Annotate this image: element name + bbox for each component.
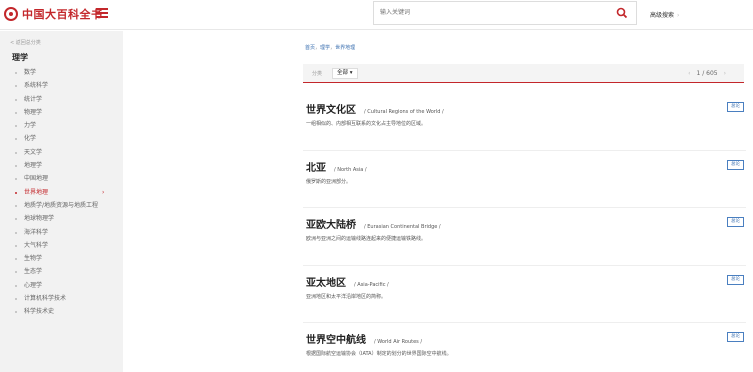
logo-text: 中国大百科全书 — [22, 8, 103, 21]
menu-icon[interactable] — [96, 8, 108, 18]
filter-label: 分类 — [312, 71, 323, 77]
entry-tag[interactable]: 总论 — [727, 274, 744, 285]
entry-title[interactable]: 世界文化区 — [306, 101, 356, 116]
search-box — [373, 1, 637, 25]
chevron-down-icon: ▾ — [349, 70, 353, 76]
advanced-search-label: 高级搜索 — [650, 12, 675, 19]
entry-title[interactable]: 亚欧大陆桥 — [306, 216, 356, 231]
logo-emblem-icon — [4, 7, 18, 21]
entry-english-name: / Eurasian Continental Bridge / — [364, 224, 441, 230]
breadcrumb: 首页，理学，世界地理 — [305, 45, 356, 51]
sidebar-item-ecology[interactable]: 生态学 — [0, 265, 123, 278]
entry-english-name: / Cultural Regions of the World / — [364, 109, 444, 115]
category-title: 理学 — [12, 53, 28, 62]
entry-tag[interactable]: 总论 — [727, 159, 744, 170]
entry-english-name: / Asia-Pacific / — [354, 281, 389, 288]
chevron-right-icon: › — [102, 188, 105, 196]
next-page-button[interactable]: › — [724, 70, 726, 77]
sidebar-item-chemistry[interactable]: 化学 — [0, 132, 123, 145]
category-filter-select[interactable]: 全部 ▾ — [332, 68, 358, 79]
chevron-right-icon: › — [677, 12, 680, 19]
sidebar-item-astronomy[interactable]: 天文学 — [0, 146, 123, 159]
sidebar-item-mechanics[interactable]: 力学 — [0, 119, 123, 132]
entry-tag[interactable]: 总论 — [727, 217, 744, 227]
entry-list: 世界文化区 / Cultural Regions of the World / 一… — [303, 93, 746, 372]
sidebar-item-world-geography[interactable]: 世界地理 › — [0, 186, 123, 199]
sidebar-item-geophysics[interactable]: 地球物理学 — [0, 212, 123, 225]
filter-bar: 分类 全部 ▾ ‹ 1 / 605 › — [303, 64, 744, 83]
sidebar-item-physics[interactable]: 物理学 — [0, 106, 123, 119]
sidebar-item-atmospheric-science[interactable]: 大气科学 — [0, 239, 123, 252]
entry-title[interactable]: 世界空中航线 — [306, 331, 366, 346]
list-item: 世界空中航线 / World Air Routes / 根据国际航空运输协会（IA… — [303, 323, 746, 372]
sidebar-item-systems-science[interactable]: 系统科学 — [0, 79, 123, 92]
entry-english-name: / World Air Routes / — [374, 339, 423, 345]
pagination: ‹ 1 / 605 › — [688, 70, 726, 77]
breadcrumb-home[interactable]: 首页 — [305, 45, 315, 51]
entry-description: 一组相似的、内部相互联系的文化占主导地位的区域。 — [306, 121, 427, 127]
entry-description: 俄罗斯的亚洲部分。 — [306, 178, 352, 185]
back-to-categories-link[interactable]: < 返回总分类 — [10, 39, 41, 46]
filter-selected-value: 全部 — [337, 70, 349, 76]
search-icon[interactable] — [616, 7, 628, 19]
top-header: 中国大百科全书 高级搜索› — [0, 0, 753, 30]
entry-description: 亚洲地区和太平洋沿岸地区的简称。 — [306, 293, 387, 300]
breadcrumb-science[interactable]: 理学 — [320, 45, 330, 51]
sidebar-item-biology[interactable]: 生物学 — [0, 252, 123, 265]
category-sidebar: < 返回总分类 理学 数学 系统科学 统计学 物理学 力学 化学 天文学 地理学… — [0, 31, 123, 372]
page-total: 605 — [706, 70, 718, 77]
main-content: 首页，理学，世界地理 分类 全部 ▾ ‹ 1 / 605 › 世界文化区 / Cult… — [123, 31, 753, 372]
entry-english-name: / North Asia / — [334, 166, 367, 173]
sidebar-item-geology[interactable]: 地质学/地质资源与地质工程 — [0, 199, 123, 212]
breadcrumb-world-geography[interactable]: 世界地理 — [335, 45, 355, 51]
entry-title[interactable]: 北亚 — [306, 159, 326, 174]
prev-page-button[interactable]: ‹ — [688, 70, 690, 77]
sidebar-item-math[interactable]: 数学 — [0, 66, 123, 79]
subcategory-list: 数学 系统科学 统计学 物理学 力学 化学 天文学 地理学 中国地理 世界地理 ›… — [0, 66, 123, 319]
sidebar-item-geography[interactable]: 地理学 — [0, 159, 123, 172]
list-item: 北亚 / North Asia / 俄罗斯的亚洲部分。 总论 — [303, 151, 746, 208]
list-item: 亚太地区 / Asia-Pacific / 亚洲地区和太平洋沿岸地区的简称。 总论 — [303, 266, 746, 323]
sidebar-item-psychology[interactable]: 心理学 — [0, 279, 123, 292]
list-item: 世界文化区 / Cultural Regions of the World / 一… — [303, 93, 746, 151]
list-item: 亚欧大陆桥 / Eurasian Continental Bridge / 欧洲与… — [303, 208, 746, 266]
site-logo[interactable]: 中国大百科全书 — [4, 6, 103, 22]
sidebar-item-ocean-science[interactable]: 海洋科学 — [0, 226, 123, 239]
sidebar-item-history-of-science[interactable]: 科学技术史 — [0, 305, 123, 318]
sidebar-item-china-geography[interactable]: 中国地理 — [0, 172, 123, 185]
entry-description: 欧洲与亚洲之间的运输线路连起来的便捷运输铁路线。 — [306, 236, 427, 242]
search-input[interactable] — [380, 2, 600, 24]
advanced-search-link[interactable]: 高级搜索 › — [650, 10, 679, 19]
sidebar-item-statistics[interactable]: 统计学 — [0, 93, 123, 106]
page-current: 1 — [696, 70, 701, 77]
sidebar-item-computer-science[interactable]: 计算机科学技术 — [0, 292, 123, 305]
entry-description: 根据国际航空运输协会（IATA）制定的划分的世界国际空中航线。 — [306, 351, 452, 357]
entry-tag[interactable]: 总论 — [727, 102, 744, 112]
entry-tag[interactable]: 总论 — [727, 332, 744, 342]
entry-title[interactable]: 亚太地区 — [306, 274, 346, 289]
